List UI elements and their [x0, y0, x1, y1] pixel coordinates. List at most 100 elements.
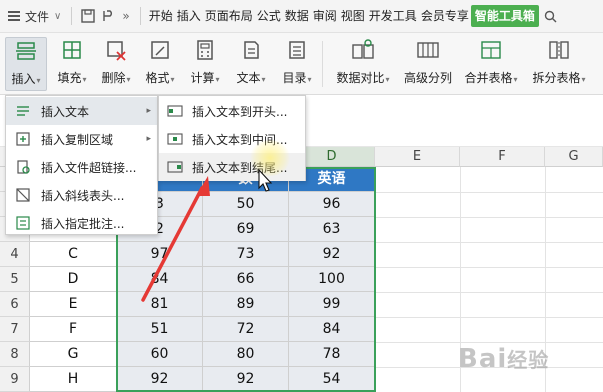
file-menu-label: 文件	[25, 9, 50, 24]
file-menu[interactable]: 文件 ∨	[0, 0, 65, 32]
calculate-button[interactable]: 计算▾	[186, 37, 224, 91]
data-compare-button[interactable]: 数据对比▾	[332, 37, 394, 91]
text-button-label: 文本	[236, 71, 261, 85]
table-cell[interactable]: 97	[117, 242, 203, 267]
table-cell[interactable]: 99	[289, 292, 375, 317]
table-cell[interactable]: 92	[117, 367, 203, 392]
insert-dropdown-menu: 插入文本 ▸ 插入复制区域 ▸ 插入文件超链接... 插入斜线表头... 插入指…	[5, 95, 158, 235]
table-cell[interactable]: 100	[289, 267, 375, 292]
table-cell[interactable]: E	[30, 292, 117, 317]
split-table-button[interactable]: 拆分表格▾	[528, 37, 590, 91]
insert-rows-icon	[13, 38, 39, 64]
watermark-text-tail: 经验	[507, 348, 550, 372]
insert-text-icon	[15, 103, 31, 119]
table-cell[interactable]: 73	[203, 242, 289, 267]
insert-diagonal-header-icon	[15, 187, 31, 203]
menu-item-insert-diagonal-header[interactable]: 插入斜线表头...	[6, 181, 157, 209]
row-header[interactable]: 4	[0, 242, 30, 267]
row-header[interactable]: 6	[0, 292, 30, 317]
tab-smart-toolbox[interactable]: 智能工具箱	[470, 5, 539, 27]
menu-item-insert-comment[interactable]: 插入指定批注...	[6, 209, 157, 237]
save-icon[interactable]	[78, 6, 98, 26]
catalog-icon	[284, 37, 310, 63]
data-compare-icon	[350, 37, 376, 63]
tab-review[interactable]: 审阅	[311, 5, 339, 27]
dropdown-arrow-icon: ▾	[36, 76, 41, 85]
table-cell[interactable]: 69	[203, 217, 289, 242]
table-cell[interactable]: 96	[289, 192, 375, 217]
insert-copy-area-icon	[15, 131, 31, 147]
table-cell[interactable]: 80	[203, 342, 289, 367]
table-cell[interactable]: 84	[289, 317, 375, 342]
format-button[interactable]: 格式▾	[141, 37, 179, 91]
tab-formulas[interactable]: 公式	[255, 5, 283, 27]
merge-table-icon	[478, 37, 504, 63]
merge-table-button[interactable]: 合并表格▾	[460, 37, 522, 91]
row-header[interactable]: 8	[0, 342, 30, 367]
submenu-item-label: 插入文本到开头...	[192, 104, 288, 119]
insert-button[interactable]: 插入▾	[5, 37, 47, 91]
insert-hyperlink-icon	[15, 159, 31, 175]
gridline	[375, 242, 603, 243]
table-cell[interactable]: 60	[117, 342, 203, 367]
menu-item-insert-hyperlink[interactable]: 插入文件超链接...	[6, 153, 157, 181]
catalog-button-label: 目录	[282, 71, 307, 85]
submenu-item-insert-at-start[interactable]: 插入文本到开头...	[159, 97, 305, 125]
tab-start[interactable]: 开始	[147, 5, 175, 27]
tab-page-layout[interactable]: 页面布局	[203, 5, 255, 27]
table-cell[interactable]: 72	[203, 317, 289, 342]
catalog-button[interactable]: 目录▾	[278, 37, 316, 91]
table-cell[interactable]: 78	[289, 342, 375, 367]
row-header[interactable]: 9	[0, 367, 30, 392]
fill-button-label: 填充	[57, 71, 82, 85]
menu-item-insert-text[interactable]: 插入文本 ▸	[6, 97, 157, 125]
column-header-f[interactable]: F	[460, 147, 545, 167]
chevron-down-icon: ∨	[54, 10, 62, 22]
row-header[interactable]: 5	[0, 267, 30, 292]
dropdown-arrow-icon: ▾	[261, 75, 266, 84]
table-cell[interactable]: G	[30, 342, 117, 367]
cursor-highlight	[250, 140, 290, 176]
undo-icon[interactable]	[98, 6, 118, 26]
dropdown-arrow-icon: ▾	[215, 75, 220, 84]
format-icon	[147, 37, 173, 63]
dropdown-arrow-icon: ▾	[126, 75, 131, 84]
table-cell[interactable]: H	[30, 367, 117, 392]
tab-view[interactable]: 视图	[339, 5, 367, 27]
table-cell[interactable]: D	[30, 267, 117, 292]
table-cell[interactable]: 66	[203, 267, 289, 292]
delete-button[interactable]: 删除▾	[97, 37, 135, 91]
divider	[71, 7, 73, 25]
table-cell[interactable]: 63	[289, 217, 375, 242]
dropdown-arrow-icon: ▾	[385, 75, 390, 84]
table-cell[interactable]: C	[30, 242, 117, 267]
tab-developer[interactable]: 开发工具	[367, 5, 419, 27]
text-icon	[238, 37, 264, 63]
menu-item-label: 插入复制区域	[41, 132, 114, 147]
insert-comment-icon	[15, 215, 31, 231]
menu-item-insert-copy-area[interactable]: 插入复制区域 ▸	[6, 125, 157, 153]
table-cell[interactable]: 50	[203, 192, 289, 217]
table-cell[interactable]: 92	[289, 242, 375, 267]
table-cell[interactable]: 51	[117, 317, 203, 342]
fill-button[interactable]: 填充▾	[53, 37, 91, 91]
table-cell[interactable]: 92	[203, 367, 289, 392]
column-header-g[interactable]: G	[545, 147, 603, 167]
table-cell[interactable]: 89	[203, 292, 289, 317]
column-header-e[interactable]: E	[375, 147, 460, 167]
table-cell[interactable]: 84	[117, 267, 203, 292]
tab-data[interactable]: 数据	[283, 5, 311, 27]
merge-table-button-label: 合并表格	[464, 71, 513, 85]
search-icon[interactable]	[541, 6, 561, 26]
tab-insert[interactable]: 插入	[175, 5, 203, 27]
table-cell[interactable]: 81	[117, 292, 203, 317]
text-button[interactable]: 文本▾	[232, 37, 270, 91]
table-cell[interactable]: F	[30, 317, 117, 342]
table-cell[interactable]: 54	[289, 367, 375, 392]
data-compare-button-label: 数据对比	[336, 71, 385, 85]
advanced-split-button[interactable]: 高级分列	[401, 37, 455, 91]
tab-member[interactable]: 会员专享	[419, 5, 471, 27]
row-header[interactable]: 7	[0, 317, 30, 342]
delete-button-label: 删除	[101, 71, 126, 85]
more-icon[interactable]: »	[122, 9, 129, 23]
